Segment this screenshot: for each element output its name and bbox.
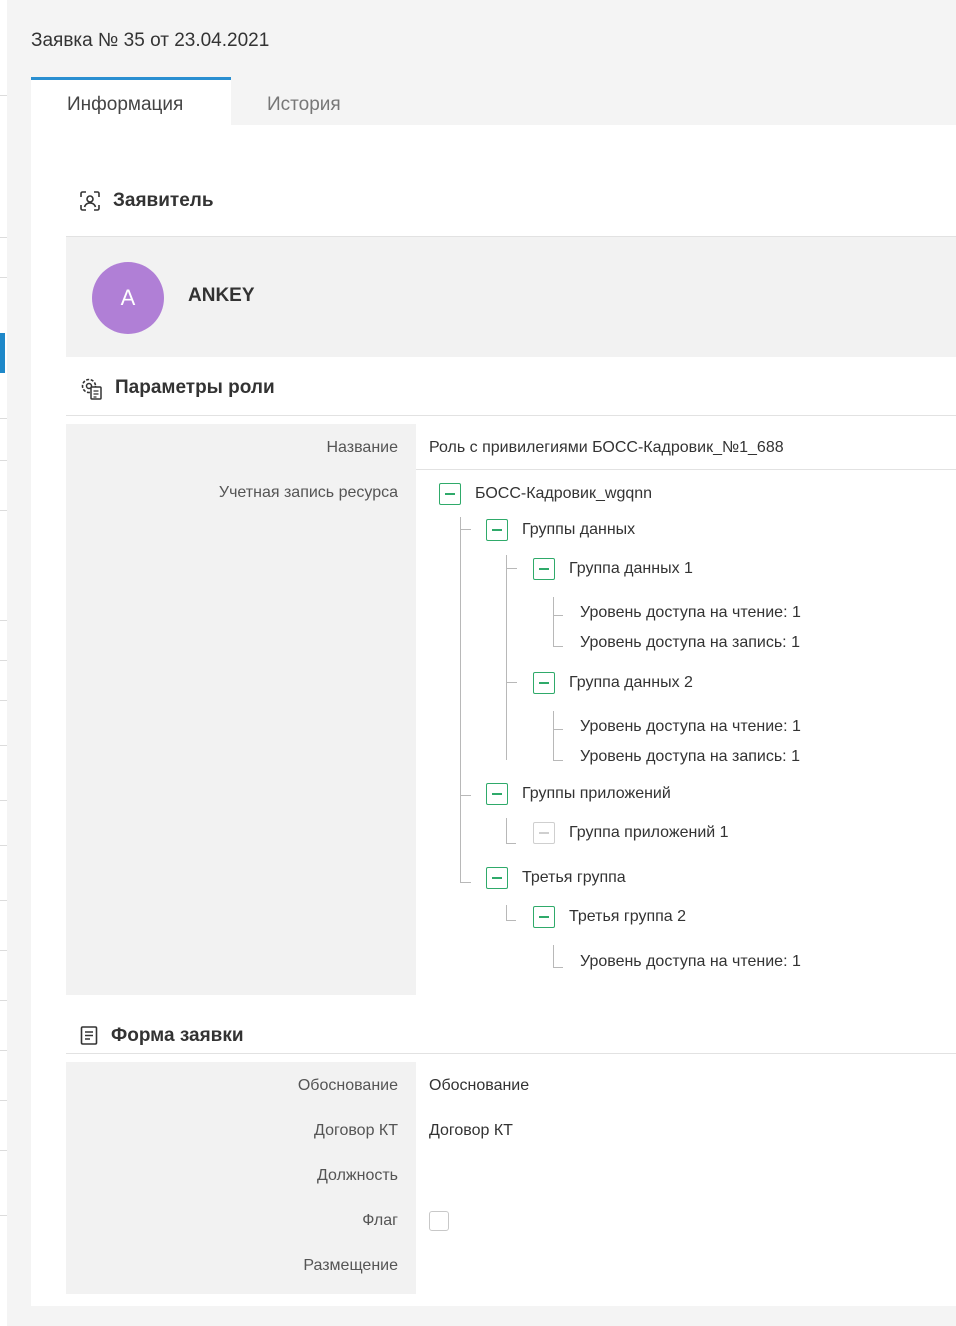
tree-node-data-group-1[interactable]: Группа данных 1 — [533, 558, 693, 580]
person-scan-icon — [80, 191, 100, 211]
role-params-section-title: Параметры роли — [79, 376, 275, 400]
applicant-section-title: Заявитель — [79, 190, 214, 212]
role-name-label: Название — [326, 439, 399, 456]
role-name-value: Роль с привилегиями БОСС-Кадровик_№1_688 — [429, 439, 784, 456]
avatar: A — [92, 262, 164, 334]
tree-node-data-group-2[interactable]: Группа данных 2 — [533, 672, 693, 694]
background-app-strip — [0, 0, 7, 1326]
collapse-icon[interactable] — [533, 672, 555, 694]
form-doc-icon — [80, 1026, 98, 1045]
justification-label: Обоснование — [297, 1077, 398, 1094]
tree-node-root[interactable]: БОСС-Кадровик_wgqnn — [439, 483, 652, 505]
collapse-icon[interactable] — [533, 558, 555, 580]
tree-node-app-group-1[interactable]: Группа приложений 1 — [533, 822, 729, 844]
settings-doc-icon — [81, 378, 102, 400]
request-form-section-label: Форма заявки — [111, 1025, 244, 1046]
justification-value: Обоснование — [429, 1077, 530, 1094]
request-panel: Заявка № 35 от 23.04.2021 Информация Ист… — [7, 10, 956, 1326]
flag-checkbox[interactable] — [429, 1211, 449, 1231]
tree-node-app-groups[interactable]: Группы приложений — [486, 783, 671, 805]
tree-leaf-dg2-read: Уровень доступа на чтение: 1 — [580, 718, 801, 735]
position-label: Должность — [317, 1167, 398, 1184]
applicant-name: ANKEY — [188, 285, 255, 306]
placement-label: Размещение — [303, 1257, 398, 1274]
applicant-card: A ANKEY — [66, 237, 956, 357]
role-params-label-column: Название Учетная запись ресурса — [66, 424, 416, 995]
contract-value: Договор КТ — [429, 1122, 513, 1139]
request-form-label-column: Обоснование Договор КТ Должность Флаг Ра… — [66, 1062, 416, 1294]
tree-leaf-dg1-write: Уровень доступа на запись: 1 — [580, 634, 800, 651]
collapse-icon[interactable] — [533, 906, 555, 928]
collapse-icon[interactable] — [486, 783, 508, 805]
tab-bar: Информация История — [31, 77, 956, 125]
flag-label: Флаг — [362, 1212, 398, 1229]
tab-history[interactable]: История — [231, 77, 431, 125]
page-title: Заявка № 35 от 23.04.2021 — [31, 30, 270, 51]
tree-leaf-dg1-read: Уровень доступа на чтение: 1 — [580, 604, 801, 621]
tree-node-third-group[interactable]: Третья группа — [486, 867, 626, 889]
contract-label: Договор КТ — [314, 1122, 398, 1139]
applicant-section-label: Заявитель — [113, 190, 214, 211]
tree-node-data-groups[interactable]: Группы данных — [486, 519, 635, 541]
tab-content: Заявитель A ANKEY Параметры роли Названи… — [31, 125, 956, 1306]
collapse-icon[interactable] — [486, 867, 508, 889]
tree-node-third-group-2[interactable]: Третья группа 2 — [533, 906, 686, 928]
tree-leaf-dg2-write: Уровень доступа на запись: 1 — [580, 748, 800, 765]
role-params-section-label: Параметры роли — [115, 377, 275, 398]
request-form-section-title: Форма заявки — [79, 1025, 244, 1047]
tab-information[interactable]: Информация — [31, 77, 231, 125]
collapse-icon[interactable] — [439, 483, 461, 505]
collapse-disabled-icon — [533, 822, 555, 844]
resource-account-label: Учетная запись ресурса — [218, 484, 398, 501]
collapse-icon[interactable] — [486, 519, 508, 541]
tree-leaf-tg2-read: Уровень доступа на чтение: 1 — [580, 953, 801, 970]
